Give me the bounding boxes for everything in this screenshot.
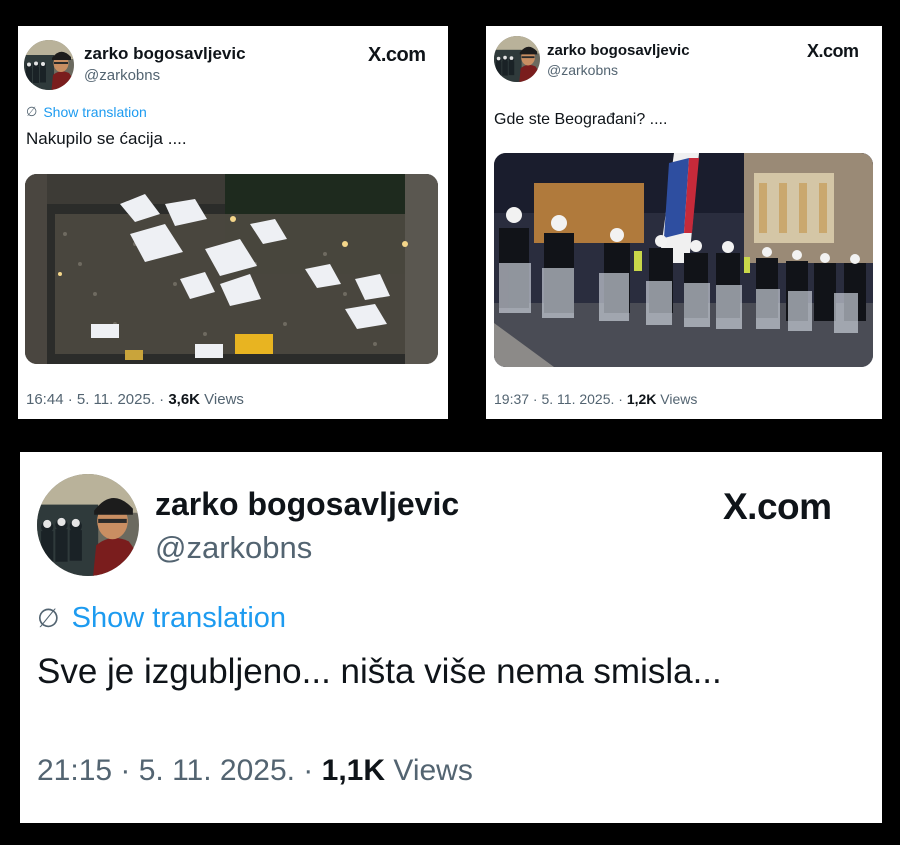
tweet-photo-police[interactable] xyxy=(494,153,873,367)
show-translation-label: Show translation xyxy=(71,602,287,634)
show-translation-label: Show translation xyxy=(43,104,147,120)
avatar[interactable] xyxy=(24,40,74,90)
tweet-meta: 19:37 · 5. 11. 2025. · 1,2K Views xyxy=(494,391,697,407)
tweet-card-1[interactable]: zarko bogosavljevic @zarkobns X.com ∅ Sh… xyxy=(18,26,448,419)
tweet-card-3[interactable]: zarko bogosavljevic @zarkobns X.com ∅ Sh… xyxy=(20,452,882,823)
tweet-text: Gde ste Beograđani? .... xyxy=(494,111,668,128)
translate-icon: ∅ xyxy=(26,104,38,119)
tweet-meta: 16:44 · 5. 11. 2025. · 3,6K Views xyxy=(26,391,244,408)
tweet-time[interactable]: 21:15 · 5. 11. 2025. · xyxy=(37,754,322,787)
author-handle[interactable]: @zarkobns xyxy=(155,530,312,566)
tweet-meta: 21:15 · 5. 11. 2025. · 1,1K Views xyxy=(37,754,473,788)
views-label: Views xyxy=(385,754,473,787)
tweet-time[interactable]: 16:44 · 5. 11. 2025. · xyxy=(26,391,168,408)
x-logo[interactable]: X.com xyxy=(807,41,859,62)
views-count: 3,6K xyxy=(168,391,201,408)
views-label: Views xyxy=(656,391,698,407)
tweet-time[interactable]: 19:37 · 5. 11. 2025. · xyxy=(494,391,627,407)
tweet-card-2[interactable]: zarko bogosavljevic @zarkobns X.com Gde … xyxy=(486,26,882,419)
avatar[interactable] xyxy=(494,36,540,82)
show-translation-link[interactable]: ∅ Show translation xyxy=(37,602,286,635)
author-handle[interactable]: @zarkobns xyxy=(547,62,618,78)
x-logo[interactable]: X.com xyxy=(723,486,832,528)
tweet-text: Nakupilo se ćacija .... xyxy=(26,129,187,148)
author-name[interactable]: zarko bogosavljevic xyxy=(155,486,459,523)
show-translation-link[interactable]: ∅ Show translation xyxy=(26,104,147,120)
translate-icon: ∅ xyxy=(37,603,60,633)
avatar[interactable] xyxy=(37,474,139,576)
views-count: 1,2K xyxy=(626,391,657,407)
x-logo[interactable]: X.com xyxy=(368,44,426,67)
author-name[interactable]: zarko bogosavljevic xyxy=(84,44,246,64)
author-handle[interactable]: @zarkobns xyxy=(84,67,160,84)
views-count: 1,1K xyxy=(321,754,386,787)
tweet-photo-crowd[interactable] xyxy=(25,174,438,364)
author-name[interactable]: zarko bogosavljevic xyxy=(547,42,690,59)
views-label: Views xyxy=(200,391,244,408)
tweet-text: Sve je izgubljeno... ništa više nema smi… xyxy=(37,652,722,691)
